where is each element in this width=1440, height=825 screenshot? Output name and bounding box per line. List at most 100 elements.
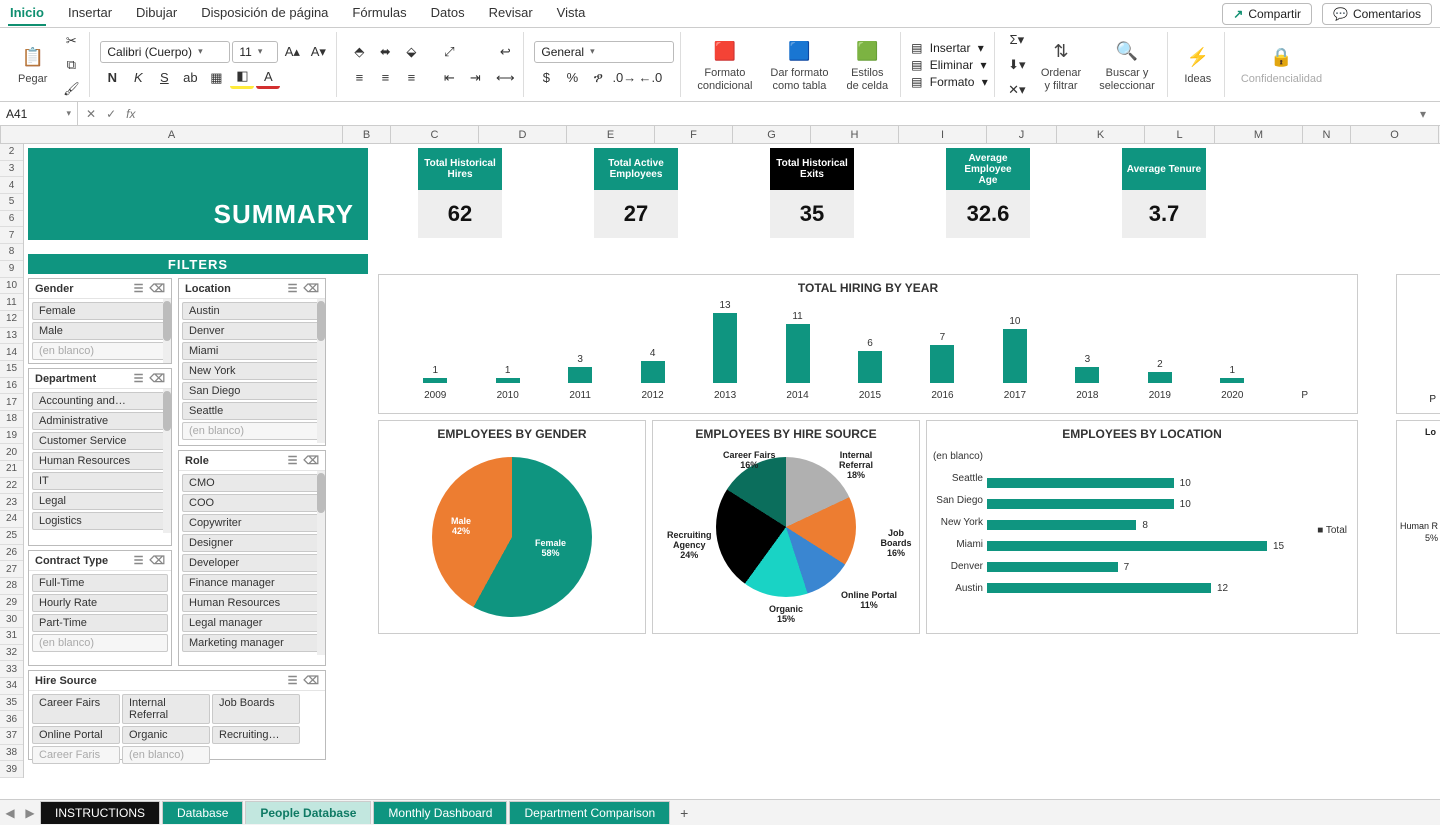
col-F[interactable]: F [655,126,733,143]
slicer-item[interactable]: Online Portal [32,726,120,744]
add-sheet-button[interactable]: + [672,805,696,821]
strike-button[interactable]: ab [178,67,202,89]
row-35[interactable]: 35 [0,695,23,712]
italic-button[interactable]: K [126,67,150,89]
find-select-button[interactable]: 🔍Buscar y seleccionar [1093,35,1161,93]
number-format-dropdown[interactable]: General▾ [534,41,674,63]
ideas-button[interactable]: ⚡Ideas [1178,41,1218,87]
menu-revisar[interactable]: Revisar [487,1,535,26]
row-20[interactable]: 20 [0,444,23,461]
col-H[interactable]: H [811,126,899,143]
sheet-tab[interactable]: Monthly Dashboard [373,801,507,824]
fill-button[interactable]: ⬇▾ [1005,54,1029,76]
sheet-tab[interactable]: Database [162,801,243,824]
col-I[interactable]: I [899,126,987,143]
multiselect-icon[interactable]: ☰ [134,282,144,295]
slicer-hire-source[interactable]: Hire Source☰⌫Career FairsInternal Referr… [28,670,326,760]
slicer-item[interactable]: Full-Time [32,574,168,592]
align-right-button[interactable]: ≡ [399,67,423,89]
slicer-item[interactable]: Marketing manager [182,634,322,652]
wrap-text-button[interactable]: ↩ [493,41,517,63]
row-12[interactable]: 12 [0,311,23,328]
format-cells-button[interactable]: ▤ Formato ▾ [911,75,988,89]
row-3[interactable]: 3 [0,161,23,178]
font-color-button[interactable]: A [256,67,280,89]
align-top-button[interactable]: ⬘ [347,41,371,63]
col-D[interactable]: D [479,126,567,143]
expand-formula-icon[interactable]: ▾ [1420,107,1426,121]
row-14[interactable]: 14 [0,344,23,361]
multiselect-icon[interactable]: ☰ [134,372,144,385]
row-5[interactable]: 5 [0,194,23,211]
slicer-item-disabled[interactable]: (en blanco) [32,634,168,652]
comments-button[interactable]: 💬Comentarios [1322,3,1432,25]
clear-filter-icon[interactable]: ⌫ [149,282,165,295]
row-25[interactable]: 25 [0,528,23,545]
slicer-location[interactable]: Location☰⌫AustinDenverMiamiNew YorkSan D… [178,278,326,446]
multiselect-icon[interactable]: ☰ [288,674,298,687]
autosum-button[interactable]: Σ▾ [1005,29,1029,51]
font-name-dropdown[interactable]: Calibri (Cuerpo)▾ [100,41,230,63]
slicer-item[interactable]: Career Fairs [32,694,120,724]
bold-button[interactable]: N [100,67,124,89]
format-as-table-button[interactable]: 🟦Dar formato como tabla [764,35,834,93]
row-7[interactable]: 7 [0,227,23,244]
slicer-item[interactable]: Male [32,322,168,340]
tab-nav-next[interactable]: ▶ [20,806,40,820]
font-size-dropdown[interactable]: 11▾ [232,41,278,63]
slicer-item[interactable]: Hourly Rate [32,594,168,612]
slicer-item[interactable]: CMO [182,474,322,492]
slicer-item[interactable]: Legal [32,492,168,510]
slicer-contract-type[interactable]: Contract Type☰⌫Full-TimeHourly RatePart-… [28,550,172,666]
column-headers[interactable]: ABCDEFGHIJKLMNOP [0,126,1440,144]
row-9[interactable]: 9 [0,261,23,278]
row-11[interactable]: 11 [0,294,23,311]
sheet-tab[interactable]: INSTRUCTIONS [40,801,160,824]
row-13[interactable]: 13 [0,328,23,345]
row-30[interactable]: 30 [0,611,23,628]
col-M[interactable]: M [1215,126,1303,143]
decrease-indent-button[interactable]: ⇤ [437,67,461,89]
currency-button[interactable]: $ [534,67,558,89]
comma-button[interactable]: ፇ [586,67,610,89]
menu-disposición de página[interactable]: Disposición de página [199,1,330,26]
slicer-item[interactable]: Recruiting… [212,726,300,744]
row-31[interactable]: 31 [0,628,23,645]
row-2[interactable]: 2 [0,144,23,161]
confidentiality-button[interactable]: 🔒Confidencialidad [1235,41,1328,87]
slicer-role[interactable]: Role☰⌫CMOCOOCopywriterDesignerDeveloperF… [178,450,326,666]
clear-button[interactable]: ✕▾ [1005,79,1029,101]
slicer-item[interactable]: Legal manager [182,614,322,632]
borders-button[interactable]: ▦ [204,67,228,89]
clear-filter-icon[interactable]: ⌫ [149,372,165,385]
align-bottom-button[interactable]: ⬙ [399,41,423,63]
col-C[interactable]: C [391,126,479,143]
col-N[interactable]: N [1303,126,1351,143]
row-22[interactable]: 22 [0,478,23,495]
cell-styles-button[interactable]: 🟩Estilos de celda [840,35,894,93]
chart-hiring-by-year[interactable]: TOTAL HIRING BY YEAR 1200912010320114201… [378,274,1358,414]
sheet-tab[interactable]: Department Comparison [509,801,670,824]
slicer-item[interactable]: Seattle [182,402,322,420]
row-19[interactable]: 19 [0,428,23,445]
increase-indent-button[interactable]: ⇥ [463,67,487,89]
slicer-item[interactable]: Customer Service [32,432,168,450]
sort-filter-button[interactable]: ⇅Ordenar y filtrar [1035,35,1087,93]
row-24[interactable]: 24 [0,511,23,528]
decrease-font-button[interactable]: A▾ [306,41,330,63]
delete-cells-button[interactable]: ▤ Eliminar ▾ [911,58,988,72]
col-J[interactable]: J [987,126,1057,143]
slicer-item[interactable]: San Diego [182,382,322,400]
slicer-item[interactable]: Internal Referral [122,694,210,724]
orientation-button[interactable]: ⤢ [437,41,461,63]
row-29[interactable]: 29 [0,595,23,612]
copy-button[interactable]: ⧉ [59,54,83,76]
cancel-icon[interactable]: ✕ [86,107,96,121]
col-G[interactable]: G [733,126,811,143]
menu-datos[interactable]: Datos [429,1,467,26]
increase-font-button[interactable]: A▴ [280,41,304,63]
merge-button[interactable]: ⟷ [493,67,517,89]
fx-icon[interactable]: fx [126,107,135,121]
row-37[interactable]: 37 [0,728,23,745]
chart-gender[interactable]: EMPLOYEES BY GENDER Female58%Male42% [378,420,646,634]
